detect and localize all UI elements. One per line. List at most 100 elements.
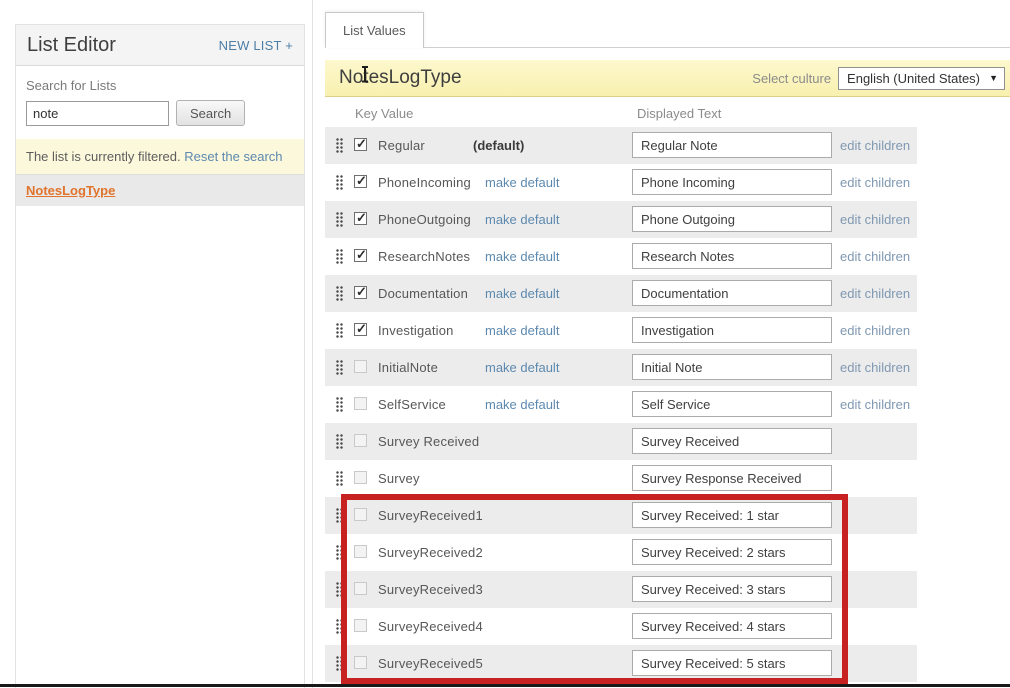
row-checkbox[interactable] (354, 656, 367, 669)
table-row: SurveyReceived2 (325, 534, 917, 571)
row-checkbox[interactable] (354, 360, 367, 373)
displayed-text-input[interactable] (632, 613, 832, 639)
filter-notice: The list is currently filtered. Reset th… (16, 139, 304, 174)
row-checkbox[interactable] (354, 545, 367, 558)
drag-handle-icon[interactable] (336, 545, 344, 561)
sidebar-header: List Editor NEW LIST + (16, 25, 304, 66)
row-checkbox[interactable] (354, 175, 367, 188)
table-row: Investigation make default edit children (325, 312, 917, 349)
displayed-text-input[interactable] (632, 650, 832, 676)
row-key-label: SurveyReceived2 (378, 545, 483, 560)
edit-children-link[interactable]: edit children (840, 397, 910, 412)
edit-children-link[interactable]: edit children (840, 286, 910, 301)
table-row: SurveyReceived1 (325, 497, 917, 534)
sidebar: List Editor NEW LIST + Search for Lists … (15, 24, 305, 688)
row-checkbox[interactable] (354, 434, 367, 447)
row-checkbox[interactable] (354, 212, 367, 225)
drag-handle-icon[interactable] (336, 212, 344, 228)
main-body: NotesLogType Select culture English (Uni… (325, 47, 1010, 682)
displayed-text-input[interactable] (632, 169, 832, 195)
drag-handle-icon[interactable] (336, 175, 344, 191)
displayed-text-input[interactable] (632, 280, 832, 306)
displayed-text-input[interactable] (632, 465, 832, 491)
edit-children-link[interactable]: edit children (840, 323, 910, 338)
row-key-label: InitialNote (378, 360, 438, 375)
search-button[interactable]: Search (176, 100, 245, 126)
row-checkbox[interactable] (354, 508, 367, 521)
table-row: Survey Received (325, 423, 917, 460)
row-key-label: SurveyReceived4 (378, 619, 483, 634)
table-row: SelfService make default edit children (325, 386, 917, 423)
row-key-label: Documentation (378, 286, 468, 301)
drag-handle-icon[interactable] (336, 582, 344, 598)
make-default-link[interactable]: make default (473, 360, 559, 375)
drag-handle-icon[interactable] (336, 471, 344, 487)
drag-handle-icon[interactable] (336, 508, 344, 524)
tab-list-values[interactable]: List Values (325, 12, 424, 48)
displayed-text-input[interactable] (632, 391, 832, 417)
search-label: Search for Lists (26, 78, 294, 93)
displayed-text-input[interactable] (632, 354, 832, 380)
edit-children-link[interactable]: edit children (840, 138, 910, 153)
row-checkbox[interactable] (354, 397, 367, 410)
row-default-cell: (default) (473, 138, 524, 153)
row-key-label: SurveyReceived5 (378, 656, 483, 671)
row-checkbox[interactable] (354, 471, 367, 484)
row-key-label: SelfService (378, 397, 446, 412)
displayed-text-input[interactable] (632, 206, 832, 232)
table-row: ResearchNotes make default edit children (325, 238, 917, 275)
edit-children-link[interactable]: edit children (840, 360, 910, 375)
row-checkbox[interactable] (354, 138, 367, 151)
search-input[interactable] (26, 101, 169, 126)
drag-handle-icon[interactable] (336, 249, 344, 265)
make-default-link[interactable]: make default (473, 323, 559, 338)
row-checkbox[interactable] (354, 323, 367, 336)
row-checkbox[interactable] (354, 286, 367, 299)
displayed-text-input[interactable] (632, 428, 832, 454)
row-checkbox[interactable] (354, 619, 367, 632)
table-row: PhoneIncoming make default edit children (325, 164, 917, 201)
table-row: Documentation make default edit children (325, 275, 917, 312)
table-row: SurveyReceived4 (325, 608, 917, 645)
make-default-link[interactable]: make default (473, 175, 559, 190)
row-checkbox[interactable] (354, 249, 367, 262)
tab-bar: List Values (313, 0, 1010, 47)
displayed-text-input[interactable] (632, 317, 832, 343)
row-key-label: Survey Received (378, 434, 479, 449)
table-row: SurveyReceived3 (325, 571, 917, 608)
displayed-text-input[interactable] (632, 132, 832, 158)
displayed-text-input[interactable] (632, 576, 832, 602)
new-list-button[interactable]: NEW LIST + (219, 38, 293, 53)
reset-search-link[interactable]: Reset the search (184, 149, 282, 164)
bottom-bar (0, 684, 1010, 687)
drag-handle-icon[interactable] (336, 323, 344, 339)
displayed-text-input[interactable] (632, 243, 832, 269)
make-default-link[interactable]: make default (473, 249, 559, 264)
culture-selected-value: English (United States) (847, 71, 980, 86)
drag-handle-icon[interactable] (336, 656, 344, 672)
drag-handle-icon[interactable] (336, 286, 344, 302)
culture-picker: Select culture English (United States) ▼ (752, 67, 1005, 90)
row-checkbox[interactable] (354, 582, 367, 595)
displayed-text-input[interactable] (632, 502, 832, 528)
drag-handle-icon[interactable] (336, 397, 344, 413)
edit-children-link[interactable]: edit children (840, 249, 910, 264)
edit-children-link[interactable]: edit children (840, 212, 910, 227)
drag-handle-icon[interactable] (336, 619, 344, 635)
drag-handle-icon[interactable] (336, 138, 344, 154)
culture-select[interactable]: English (United States) ▼ (838, 67, 1005, 90)
make-default-link[interactable]: make default (473, 397, 559, 412)
culture-label: Select culture (752, 71, 831, 86)
list-header-bar: NotesLogType Select culture English (Uni… (325, 60, 1010, 97)
row-key-label: PhoneIncoming (378, 175, 471, 190)
drag-handle-icon[interactable] (336, 434, 344, 450)
list-result-item: NotesLogType (16, 174, 304, 206)
drag-handle-icon[interactable] (336, 360, 344, 376)
edit-children-link[interactable]: edit children (840, 175, 910, 190)
make-default-link[interactable]: make default (473, 286, 559, 301)
list-link-noteslogtype[interactable]: NotesLogType (26, 183, 115, 198)
table-row: InitialNote make default edit children (325, 349, 917, 386)
displayed-text-input[interactable] (632, 539, 832, 565)
table-row: Regular (default) edit children (325, 127, 917, 164)
make-default-link[interactable]: make default (473, 212, 559, 227)
